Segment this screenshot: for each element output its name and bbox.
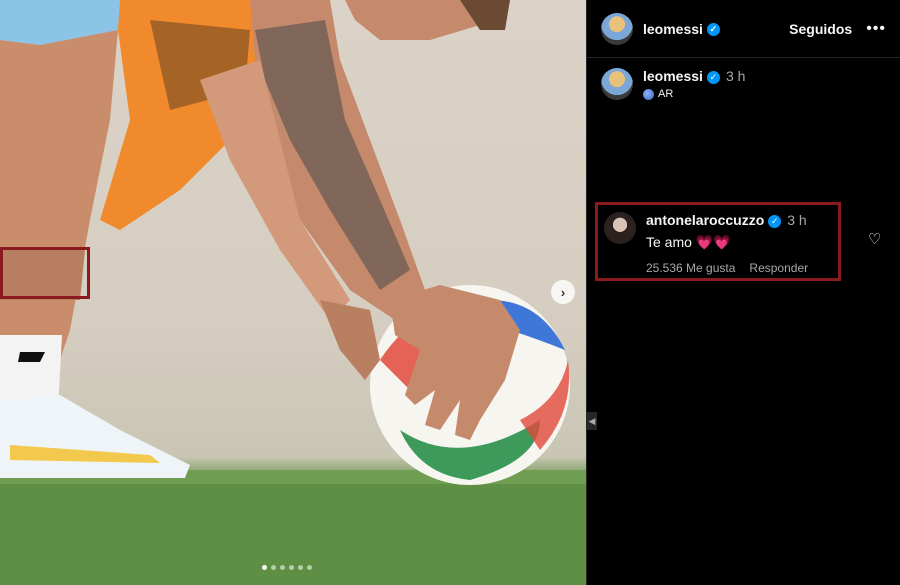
verified-icon: ✓ <box>768 214 782 228</box>
avatar[interactable] <box>601 12 633 45</box>
carousel-dot <box>271 565 276 570</box>
caption-username[interactable]: leomessi <box>643 68 703 84</box>
avatar[interactable] <box>604 212 636 244</box>
verified-icon: ✓ <box>706 23 720 37</box>
post-side-panel: leomessi ✓ Seguidos ••• leomessi ✓ 3 h AR a… <box>586 0 900 585</box>
comment-time: 3 h <box>787 212 807 228</box>
next-photo-button[interactable]: › <box>551 280 575 304</box>
carousel-dot <box>280 565 285 570</box>
avatar[interactable] <box>601 68 633 100</box>
following-button[interactable]: Seguidos <box>789 21 852 37</box>
carousel-dot <box>289 565 294 570</box>
carousel-dots <box>262 565 312 570</box>
comment-username[interactable]: antonelaroccuzzo <box>646 212 764 228</box>
tattoo-highlight-box <box>0 247 90 299</box>
post-caption: leomessi ✓ 3 h AR <box>601 68 745 100</box>
verified-icon: ✓ <box>706 70 720 84</box>
comment-likes[interactable]: 25.536 Me gusta <box>646 261 735 275</box>
globe-icon <box>643 88 654 100</box>
carousel-dot <box>307 565 312 570</box>
comment-item: antonelaroccuzzo ✓ 3 h Te amo 💗💗 25.536 Me… <box>595 202 841 281</box>
location-row[interactable]: AR <box>643 88 745 100</box>
chevron-right-icon: › <box>560 284 566 300</box>
post-photo[interactable]: › <box>0 0 586 585</box>
caption-time: 3 h <box>725 68 746 84</box>
heart-icon[interactable]: ♡ <box>868 230 881 248</box>
more-dots-icon[interactable]: ••• <box>866 20 886 38</box>
header-username[interactable]: leomessi ✓ <box>643 21 720 37</box>
carousel-dot <box>262 565 267 570</box>
reply-button[interactable]: Responder <box>749 261 808 275</box>
post-header: leomessi ✓ Seguidos ••• <box>587 0 900 58</box>
carousel-dot <box>298 565 303 570</box>
scroll-left-icon[interactable]: ◀ <box>587 412 597 430</box>
location-label: AR <box>658 88 674 100</box>
comment-text: Te amo 💗💗 <box>646 234 731 250</box>
